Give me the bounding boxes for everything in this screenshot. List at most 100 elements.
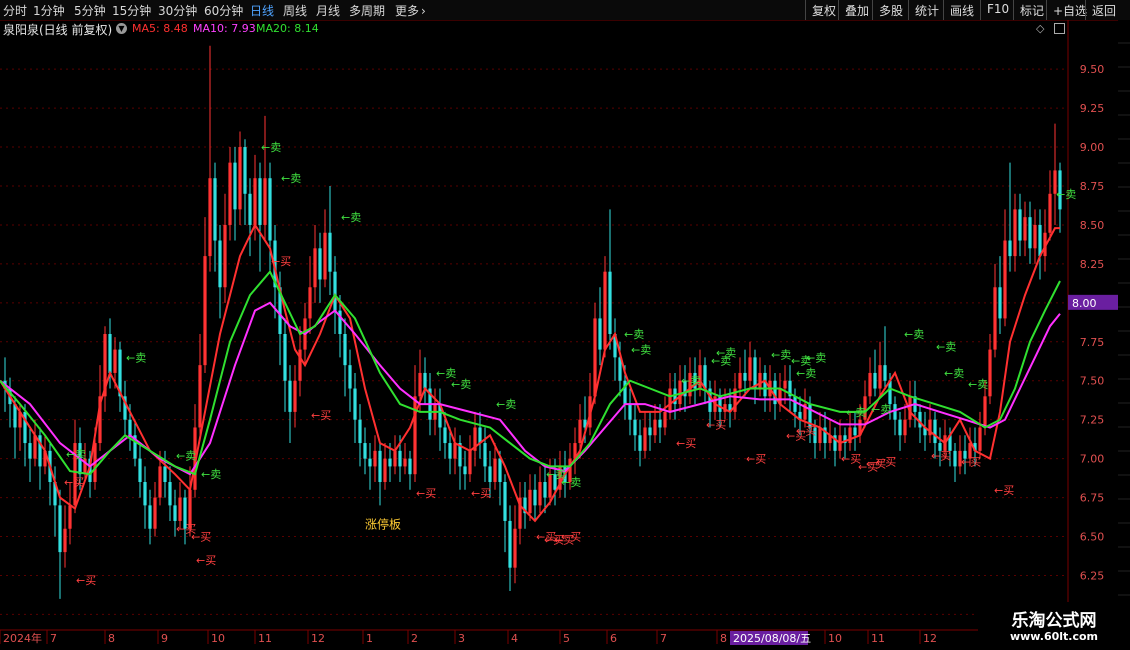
period-tab-15min[interactable]: 15分钟: [112, 2, 151, 19]
y-tick-label: 7.50: [1080, 375, 1105, 388]
candle-body: [463, 466, 467, 475]
candle-body: [753, 357, 757, 389]
period-tab-fenshi[interactable]: 分时: [3, 2, 27, 19]
brand-watermark: 乐淘公式网 www.60lt.com: [978, 602, 1130, 650]
buy-signal: ←买: [311, 409, 331, 422]
candle-body: [328, 232, 332, 272]
y-tick-label: 7.75: [1080, 336, 1105, 349]
sell-signal: ←卖: [631, 344, 651, 357]
btn-fanhui[interactable]: 返回: [1085, 0, 1122, 20]
candle-body: [878, 365, 882, 389]
y-tick-label: 8.75: [1080, 180, 1105, 193]
candle-body: [743, 372, 747, 381]
candle-body: [228, 162, 232, 225]
candle-body: [218, 240, 222, 288]
x-tick-label: 8: [108, 632, 115, 645]
buy-signal: ←买: [961, 456, 981, 469]
buy-signal: ←买: [676, 437, 696, 450]
candle-body: [638, 435, 642, 451]
period-tab-1min[interactable]: 1分钟: [33, 2, 65, 19]
x-tick-label: 12: [923, 632, 937, 645]
period-tab-5min[interactable]: 5分钟: [74, 2, 106, 19]
sell-signal: ←卖: [681, 375, 701, 388]
candle-body: [628, 404, 632, 420]
y-tick-label: 8.25: [1080, 258, 1105, 271]
candle-body: [208, 178, 212, 257]
candle-body: [223, 224, 227, 288]
sell-signal: ←卖: [771, 348, 791, 361]
candle-body: [543, 482, 547, 498]
candle-body: [773, 380, 777, 405]
btn-f10[interactable]: F10: [980, 0, 1015, 20]
period-tab-multi[interactable]: 多周期: [349, 2, 385, 19]
current-price-label: 8.00: [1072, 297, 1097, 310]
brand-url: www.60lt.com: [1009, 630, 1099, 643]
period-tab-daily[interactable]: 日线: [250, 2, 274, 19]
btn-biaoji[interactable]: 标记: [1013, 0, 1050, 20]
sell-signal: ←卖: [66, 448, 86, 461]
candle-body: [288, 380, 292, 412]
candle-body: [313, 248, 317, 288]
candle-body: [368, 458, 372, 467]
sell-signal: ←卖: [176, 450, 196, 463]
sell-signal: ←卖: [944, 367, 964, 380]
y-tick-label: 6.25: [1080, 569, 1105, 582]
candle-body: [1003, 240, 1007, 319]
candle-body: [763, 372, 767, 397]
x-tick-label: 2: [411, 632, 418, 645]
candle-body: [898, 419, 902, 436]
candle-body: [918, 411, 922, 428]
sell-signal: ←卖: [968, 378, 988, 391]
candle-body: [758, 372, 762, 389]
candlestick-chart: 9.50 9.25 9.00 8.75 8.50 8.25 8.00 7.75 7.50 7.25…: [0, 20, 1128, 645]
btn-fuquan[interactable]: 复权: [805, 0, 842, 20]
candle-body: [258, 178, 262, 225]
candle-body: [248, 193, 252, 225]
period-tab-weekly[interactable]: 周线: [283, 2, 307, 19]
candle-body: [468, 450, 472, 475]
period-tab-30min[interactable]: 30分钟: [158, 2, 197, 19]
candle-body: [1033, 224, 1037, 249]
sell-signal: ←卖: [846, 406, 866, 419]
more-label: 更多: [395, 4, 420, 18]
buy-signal: ←买: [196, 554, 216, 567]
buy-signal: ←买: [76, 574, 96, 587]
candle-body: [978, 427, 982, 451]
candle-body: [418, 372, 422, 397]
candle-body: [578, 419, 582, 444]
btn-duogu[interactable]: 多股: [872, 0, 909, 20]
candle-body: [983, 396, 987, 428]
candle-body: [483, 443, 487, 467]
candle-body: [198, 365, 202, 428]
btn-tongji[interactable]: 统计: [908, 0, 945, 20]
candle-body: [538, 482, 542, 506]
candle-body: [333, 271, 337, 311]
btn-huaxian[interactable]: 画线: [943, 0, 980, 20]
sell-signal: ←卖: [496, 398, 516, 411]
candle-body: [293, 380, 297, 412]
candle-body: [988, 349, 992, 397]
x-tick-label: 2024年: [3, 631, 42, 645]
candle-body: [848, 427, 852, 444]
candle-body: [883, 365, 887, 381]
buy-signal: ←买: [471, 487, 491, 500]
candle-body: [158, 466, 162, 498]
brand-title: 乐淘公式网: [1011, 611, 1097, 631]
y-tick-label: 8.50: [1080, 219, 1105, 232]
candle-body: [593, 318, 597, 397]
sell-signal: ←卖: [871, 403, 891, 416]
candle-body: [533, 489, 537, 506]
period-tab-monthly[interactable]: 月线: [316, 2, 340, 19]
candle-body: [378, 450, 382, 482]
buy-signal: ←买: [746, 453, 766, 466]
ma-line-ma20: [0, 269, 1061, 476]
btn-diejia[interactable]: 叠加: [838, 0, 875, 20]
candle-body: [413, 396, 417, 475]
y-tick-label: 9.00: [1080, 141, 1105, 154]
period-tab-60min[interactable]: 60分钟: [204, 2, 243, 19]
candle-body: [213, 178, 217, 241]
candle-body: [648, 427, 652, 436]
candle-body: [243, 147, 247, 194]
period-tab-more[interactable]: 更多 ›: [395, 2, 426, 19]
y-tick-label: 9.50: [1080, 63, 1105, 76]
